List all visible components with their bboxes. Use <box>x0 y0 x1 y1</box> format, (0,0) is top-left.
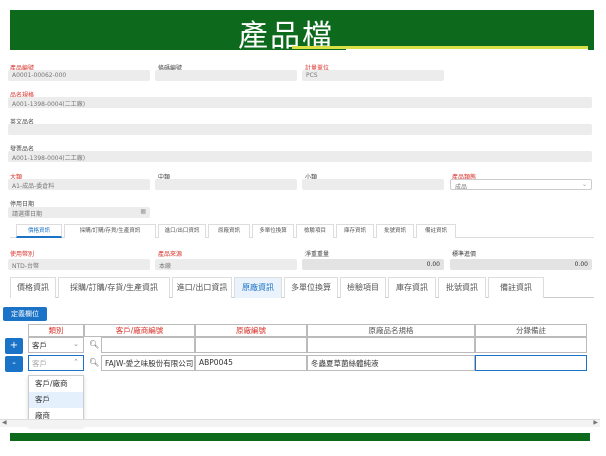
small-tab-factory[interactable]: 原廠資訊 <box>208 224 250 238</box>
tab-bar-small: 價格資訊 採購/訂購/存貨/生產資訊 進口/出口資訊 原廠資訊 多單位換算 檢驗… <box>10 224 594 238</box>
category-dropdown: 客戶/廠商 客戶 廠商 <box>28 375 84 425</box>
std-weight-label: 淨重重量 <box>305 251 330 258</box>
source-field[interactable]: 本廠 <box>155 259 297 270</box>
row2-category-value: 客戶 <box>32 359 47 368</box>
horizontal-scrollbar[interactable]: ◀ ▶ <box>0 419 600 427</box>
header-customer-no: 客戶/廠商編號 <box>84 324 195 337</box>
std-weight-field[interactable]: 0.00 <box>302 259 444 270</box>
tab-stock[interactable]: 庫存資訊 <box>388 277 436 298</box>
tab-price[interactable]: 價格資訊 <box>10 277 56 298</box>
source-label: 產品來源 <box>158 251 183 258</box>
small-tab-batch[interactable]: 批號資訊 <box>376 224 414 238</box>
tab-notes[interactable]: 備註資訊 <box>488 277 544 298</box>
define-fields-button[interactable]: 定義欄位 <box>3 307 47 321</box>
header-category: 類別 <box>28 324 84 337</box>
std-price-label: 標準進價 <box>452 251 477 258</box>
row2-customer-field[interactable]: FAJW-愛之味股份有限公司 <box>101 355 195 371</box>
scroll-right-icon[interactable]: ▶ <box>593 419 598 426</box>
row2-factory-no-field[interactable]: ABP0045 <box>195 355 307 371</box>
barcode-field[interactable] <box>155 70 297 81</box>
currency-field[interactable]: NTD-台幣 <box>8 259 150 270</box>
name-field[interactable]: A001-1398-0004(二工廠) <box>8 97 592 108</box>
row1-note-field[interactable] <box>475 337 587 353</box>
dropdown-option-customer[interactable]: 客戶 <box>29 392 83 408</box>
search-icon[interactable]: 🔍︎ <box>89 358 99 367</box>
small-tab-notes[interactable]: 備註資訊 <box>416 224 456 238</box>
row2-note-field[interactable] <box>475 355 587 371</box>
header-accent-line <box>346 49 588 50</box>
chevron-up-icon: ⌃ <box>73 358 79 366</box>
cat-small-field[interactable] <box>302 179 444 190</box>
chevron-down-icon: ⌄ <box>581 181 587 188</box>
small-tab-inspection[interactable]: 檢驗項目 <box>296 224 334 238</box>
row2-spec-field[interactable]: 冬蟲夏草菌絲體純液 <box>307 355 475 371</box>
product-no-field[interactable]: A0001-00062-000 <box>8 70 150 81</box>
remove-row-button[interactable]: - <box>5 356 23 372</box>
tab-purchase[interactable]: 採購/訂購/存貨/生產資訊 <box>58 277 170 298</box>
tab-import[interactable]: 進口/出口資訊 <box>172 277 232 298</box>
tab-multi-unit[interactable]: 多單位換算 <box>284 277 338 298</box>
invoice-name-field[interactable]: A001-1398-0004(二工廠) <box>8 151 592 162</box>
dropdown-option-customer-vendor[interactable]: 客戶/廠商 <box>29 376 83 392</box>
prod-type-select[interactable]: 成品 ⌄ <box>450 179 592 190</box>
tab-inspection[interactable]: 檢驗項目 <box>340 277 386 298</box>
add-row-button[interactable]: + <box>5 338 23 354</box>
prod-type-value: 成品 <box>455 184 468 190</box>
row1-category-select[interactable]: 客戶 ⌄ <box>28 337 84 353</box>
eng-name-field[interactable] <box>8 124 592 135</box>
std-price-field[interactable]: 0.00 <box>450 259 592 270</box>
cat-large-field[interactable]: A1-成品-委倉料 <box>8 179 150 190</box>
small-tab-multi-unit[interactable]: 多單位換算 <box>252 224 294 238</box>
header-factory-no: 原廠編號 <box>195 324 307 337</box>
small-tab-stock[interactable]: 庫存資訊 <box>336 224 374 238</box>
calendar-icon[interactable]: ▦ <box>140 208 146 215</box>
footer-line <box>10 431 590 433</box>
unit-field[interactable]: PCS <box>302 70 444 81</box>
row1-customer-field[interactable] <box>101 337 195 353</box>
small-tab-purchase[interactable]: 採購/訂購/存貨/生產資訊 <box>64 224 156 238</box>
app-header: 產品檔 <box>10 10 594 54</box>
row2-category-select[interactable]: 客戶 ⌃ <box>28 355 84 371</box>
header-note: 分錄備註 <box>475 324 587 337</box>
tab-factory[interactable]: 原廠資訊 <box>234 277 282 298</box>
row1-factory-no-field[interactable] <box>195 337 307 353</box>
tab-bar: 價格資訊 採購/訂購/存貨/生產資訊 進口/出口資訊 原廠資訊 多單位換算 檢驗… <box>10 277 594 298</box>
small-tab-price[interactable]: 價格資訊 <box>16 224 62 238</box>
search-icon[interactable]: 🔍︎ <box>89 340 99 349</box>
disable-date-field[interactable]: 請選擇日期 ▦ <box>8 207 150 218</box>
row1-spec-field[interactable] <box>307 337 475 353</box>
header-factory-spec: 原廠品名規格 <box>307 324 475 337</box>
currency-label: 使用幣別 <box>10 251 35 258</box>
scroll-left-icon[interactable]: ◀ <box>2 419 7 426</box>
app-footer <box>10 431 590 441</box>
cat-mid-field[interactable] <box>155 179 297 190</box>
small-tab-import[interactable]: 進口/出口資訊 <box>158 224 206 238</box>
row1-category-value: 客戶 <box>32 341 47 350</box>
chevron-down-icon: ⌄ <box>73 340 79 348</box>
disable-date-placeholder: 請選擇日期 <box>12 211 43 218</box>
tab-batch[interactable]: 批號資訊 <box>438 277 486 298</box>
